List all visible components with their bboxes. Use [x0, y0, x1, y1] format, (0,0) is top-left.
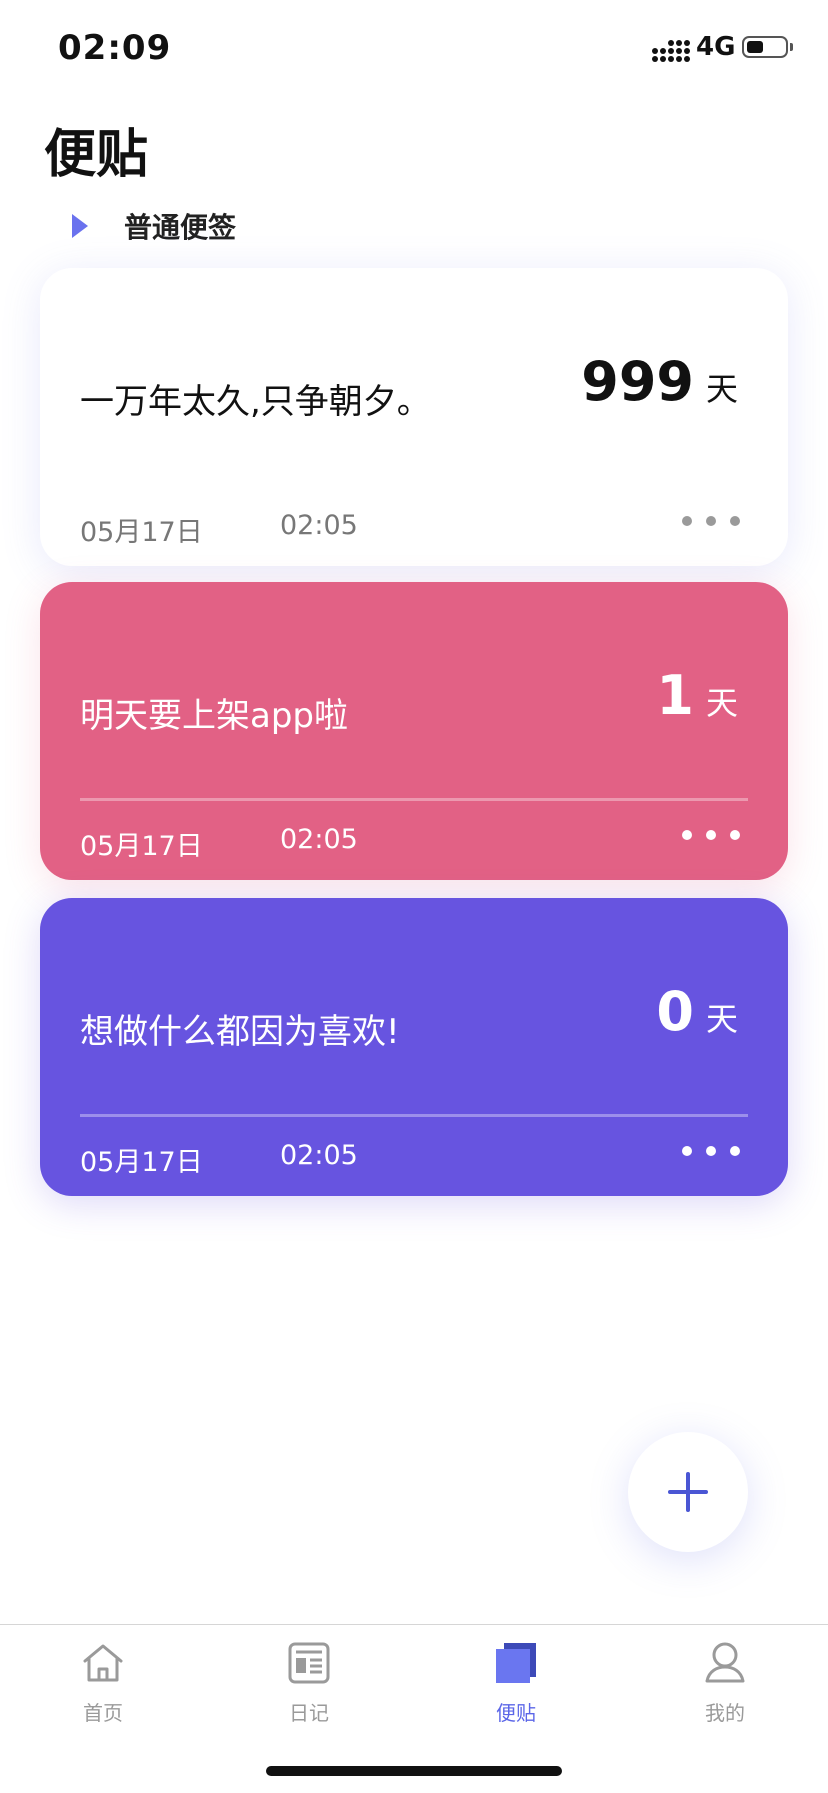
tab-sticky-notes[interactable]: 便贴 — [456, 1639, 576, 1749]
note-date: 05月17日 — [80, 517, 203, 548]
add-note-button[interactable] — [628, 1432, 748, 1552]
profile-icon — [705, 1642, 745, 1683]
home-indicator — [266, 1766, 562, 1776]
days-number: 999 — [581, 350, 694, 413]
battery-cap — [790, 43, 793, 51]
more-options-icon[interactable] — [682, 1146, 740, 1156]
days-unit: 天 — [705, 1000, 738, 1038]
triangle-right-icon — [72, 214, 88, 238]
tab-label: 日记 — [289, 1701, 329, 1725]
note-card[interactable]: 明天要上架app啦 1 天 05月17日 02:05 — [40, 582, 788, 880]
card-divider — [80, 1114, 748, 1117]
days-unit: 天 — [705, 684, 738, 722]
tab-home[interactable]: 首页 — [43, 1639, 163, 1749]
more-options-icon[interactable] — [682, 830, 740, 840]
status-time: 02:09 — [58, 28, 172, 68]
note-text: 明天要上架app啦 — [80, 696, 348, 736]
signal-icon — [652, 34, 690, 62]
note-card[interactable]: 想做什么都因为喜欢! 0 天 05月17日 02:05 — [40, 898, 788, 1196]
home-icon — [83, 1644, 123, 1682]
days-number: 1 — [656, 664, 694, 727]
note-time: 02:05 — [280, 1140, 358, 1171]
note-card[interactable]: 一万年太久,只争朝夕。 999 天 05月17日 02:05 — [40, 268, 788, 566]
note-text: 一万年太久,只争朝夕。 — [80, 382, 431, 422]
days-number: 0 — [656, 980, 694, 1043]
card-divider — [80, 798, 748, 801]
network-type: 4G — [696, 32, 736, 62]
category-selector[interactable]: 普通便签 — [72, 204, 236, 248]
note-text: 想做什么都因为喜欢! — [80, 1012, 400, 1052]
tab-profile[interactable]: 我的 — [665, 1639, 785, 1749]
tab-label: 我的 — [705, 1701, 745, 1725]
note-date: 05月17日 — [80, 831, 203, 862]
more-options-icon[interactable] — [682, 516, 740, 526]
days-counter: 1 天 — [656, 664, 738, 727]
days-unit: 天 — [705, 370, 738, 408]
note-time: 02:05 — [280, 510, 358, 541]
tab-diary[interactable]: 日记 — [249, 1639, 369, 1749]
tab-label: 首页 — [83, 1701, 123, 1725]
note-time: 02:05 — [280, 824, 358, 855]
days-counter: 0 天 — [656, 980, 738, 1043]
battery-icon — [742, 36, 788, 58]
category-label: 普通便签 — [124, 211, 237, 244]
plus-icon-vertical — [686, 1472, 690, 1512]
diary-icon — [288, 1642, 330, 1684]
days-counter: 999 天 — [581, 350, 738, 413]
sticky-note-icon — [496, 1643, 536, 1683]
status-bar: 02:09 4G — [0, 0, 828, 100]
note-date: 05月17日 — [80, 1147, 203, 1178]
tab-label: 便贴 — [496, 1701, 536, 1725]
page-title: 便贴 — [44, 125, 149, 185]
